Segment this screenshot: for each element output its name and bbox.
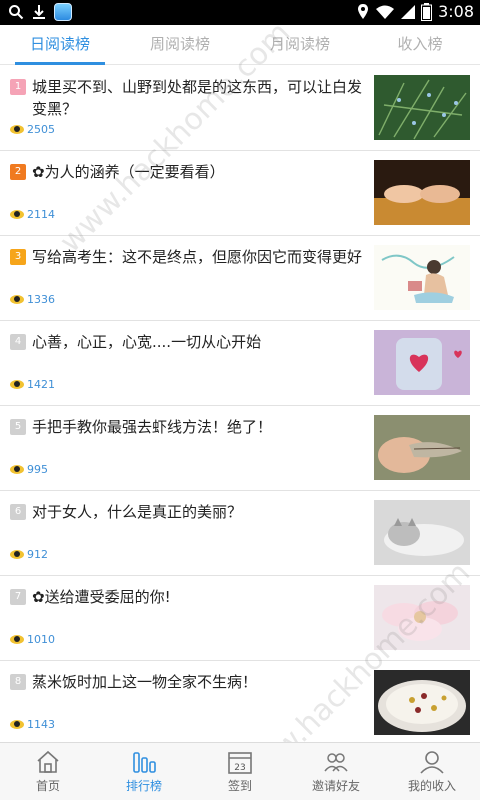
- eye-icon: [10, 210, 24, 219]
- home-icon: [37, 750, 59, 773]
- view-count: 1336: [10, 293, 55, 306]
- eye-icon: [10, 465, 24, 474]
- list-item[interactable]: 8 蒸米饭时加上这一物全家不生病！ 1143: [0, 661, 480, 746]
- article-title: 蒸米饭时加上这一物全家不生病！: [32, 673, 258, 691]
- article-title: 手把手教你最强去虾线方法！绝了！: [32, 418, 273, 436]
- rank-badge: 7: [10, 589, 26, 605]
- ranking-bars-icon: [133, 752, 156, 773]
- nav-ranking[interactable]: 排行榜: [96, 743, 192, 800]
- list-item[interactable]: 4 心善，心正，心宽....一切从心开始 1421: [0, 321, 480, 406]
- ranking-tabs: 日阅读榜 周阅读榜 月阅读榜 收入榜: [0, 25, 480, 65]
- rank-badge: 3: [10, 249, 26, 265]
- list-item[interactable]: 5 手把手教你最强去虾线方法！绝了！ 995: [0, 406, 480, 491]
- view-count: 1421: [10, 378, 55, 391]
- eye-icon: [10, 635, 24, 644]
- nav-my-income[interactable]: 我的收入: [384, 743, 480, 800]
- tab-weekly-reading[interactable]: 周阅读榜: [120, 25, 240, 64]
- battery-icon: [421, 2, 433, 21]
- article-thumbnail: [374, 500, 470, 565]
- rank-badge: 1: [10, 79, 26, 95]
- list-item[interactable]: 3 写给高考生：这不是终点，但愿你因它而变得更好 1336: [0, 236, 480, 321]
- view-count: 1010: [10, 633, 55, 646]
- article-thumbnail: [374, 670, 470, 735]
- list-item[interactable]: 6 对于女人，什么是真正的美丽？ 912: [0, 491, 480, 576]
- rank-badge: 5: [10, 419, 26, 435]
- view-count: 912: [10, 548, 48, 561]
- eye-icon: [10, 125, 24, 134]
- article-title: 写给高考生：这不是终点，但愿你因它而变得更好: [32, 248, 363, 266]
- list-item[interactable]: 7 ✿送给遭受委屈的你! 1010: [0, 576, 480, 661]
- tab-income[interactable]: 收入榜: [360, 25, 480, 64]
- article-thumbnail: [374, 330, 470, 395]
- status-time: 3:08: [438, 2, 474, 21]
- view-count: 2114: [10, 208, 55, 221]
- article-thumbnail: [374, 75, 470, 140]
- download-icon: [33, 5, 45, 19]
- article-title: 对于女人，什么是真正的美丽？: [32, 503, 243, 521]
- calendar-date: 23: [234, 763, 245, 773]
- search-icon: [9, 5, 24, 20]
- article-thumbnail: [374, 585, 470, 650]
- rank-badge: 6: [10, 504, 26, 520]
- article-thumbnail: [374, 245, 470, 310]
- article-title: ✿为人的涵养（一定要看看）: [32, 163, 225, 181]
- nav-invite-friends[interactable]: 邀请好友: [288, 743, 384, 800]
- view-count: 2505: [10, 123, 55, 136]
- article-title: ✿送给遭受委屈的你!: [32, 588, 171, 606]
- tab-daily-reading[interactable]: 日阅读榜: [0, 25, 120, 65]
- app-notification-icon: [54, 3, 72, 21]
- bottom-navigation: 首页 排行榜 23 签到 邀请好友 我的收入: [0, 742, 480, 800]
- view-count: 1143: [10, 718, 55, 731]
- article-title: 城里买不到、山野到处都是的这东西，可以让白发变黑？: [32, 78, 363, 118]
- article-thumbnail: [374, 160, 470, 225]
- eye-icon: [10, 295, 24, 304]
- user-icon: [420, 751, 444, 774]
- article-thumbnail: [374, 415, 470, 480]
- rank-badge: 8: [10, 674, 26, 690]
- list-item[interactable]: 2 ✿为人的涵养（一定要看看） 2114: [0, 151, 480, 236]
- eye-icon: [10, 380, 24, 389]
- list-item[interactable]: 1 城里买不到、山野到处都是的这东西，可以让白发变黑？ 2505: [0, 66, 480, 151]
- signal-icon: [401, 4, 416, 19]
- location-icon: [358, 3, 369, 19]
- view-count: 995: [10, 463, 48, 476]
- rank-badge: 2: [10, 164, 26, 180]
- invite-friends-icon: [324, 753, 348, 772]
- wifi-icon: [376, 5, 395, 19]
- status-bar: 3:08: [0, 0, 480, 25]
- eye-icon: [10, 550, 24, 559]
- rank-badge: 4: [10, 334, 26, 350]
- nav-checkin[interactable]: 23 签到: [192, 743, 288, 800]
- nav-home[interactable]: 首页: [0, 743, 96, 800]
- eye-icon: [10, 720, 24, 729]
- calendar-icon: 23: [228, 752, 252, 774]
- article-title: 心善，心正，心宽....一切从心开始: [32, 333, 262, 351]
- article-list: 1 城里买不到、山野到处都是的这东西，可以让白发变黑？ 2505 2 ✿为人的涵…: [0, 66, 480, 746]
- tab-monthly-reading[interactable]: 月阅读榜: [240, 25, 360, 64]
